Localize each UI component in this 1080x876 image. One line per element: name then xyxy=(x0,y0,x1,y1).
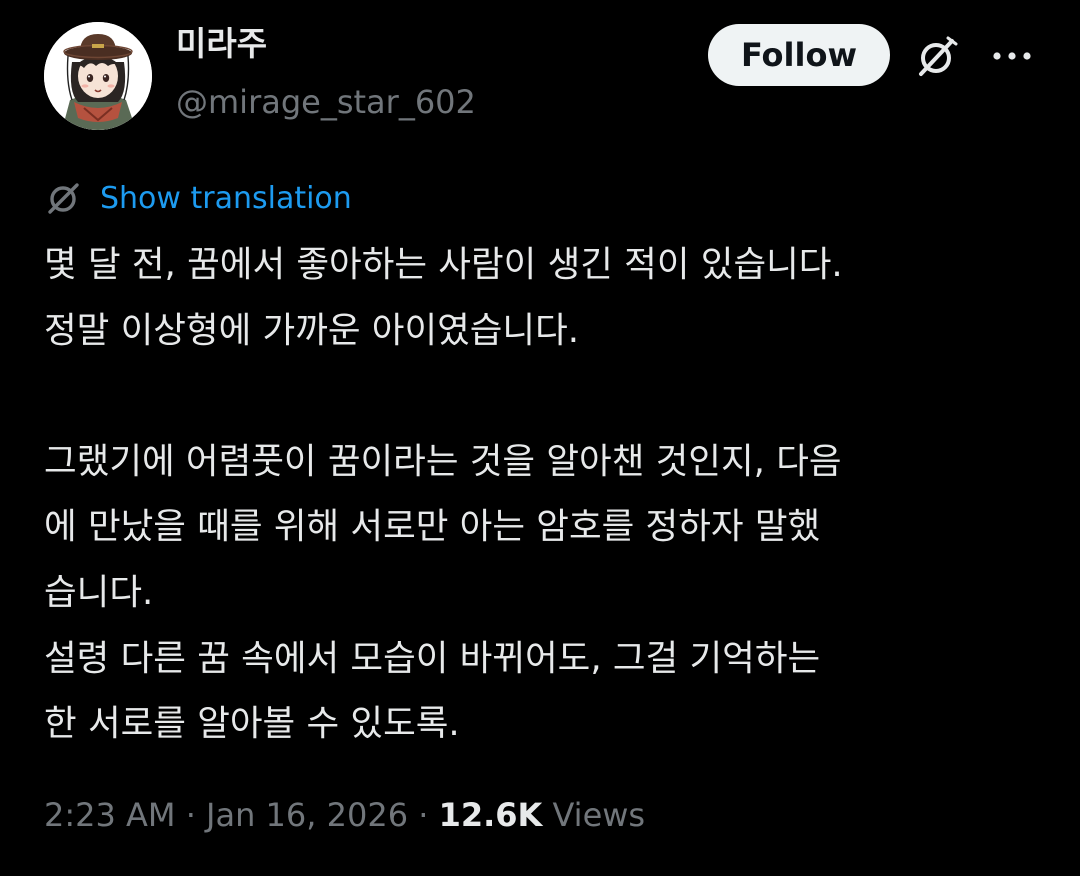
tweet-date[interactable]: Jan 16, 2026 xyxy=(206,796,408,834)
views-label: Views xyxy=(552,796,646,834)
grok-icon[interactable] xyxy=(912,32,962,82)
views-count: 12.6K xyxy=(438,796,543,834)
user-handle[interactable]: @mirage_star_602 xyxy=(176,80,476,124)
tweet-time[interactable]: 2:23 AM xyxy=(44,796,176,834)
tweet-meta: 2:23 AM · Jan 16, 2026 · 12.6K Views xyxy=(44,790,645,840)
tweet-text: 몇 달 전, 꿈에서 좋아하는 사람이 생긴 적이 있습니다. 정말 이상형에 … xyxy=(44,244,843,745)
display-name[interactable]: 미라주 xyxy=(176,22,267,66)
anime-character-avatar-icon xyxy=(44,22,152,130)
globe-icon xyxy=(44,178,84,218)
more-horizontal-icon[interactable] xyxy=(990,46,1034,66)
meta-separator: · xyxy=(418,796,429,834)
show-translation-label: Show translation xyxy=(100,180,352,216)
meta-separator: · xyxy=(185,796,196,834)
show-translation-link[interactable]: Show translation xyxy=(44,176,352,220)
avatar[interactable] xyxy=(44,22,152,130)
follow-button[interactable]: Follow xyxy=(708,24,890,86)
tweet-card: 미라주 @mirage_star_602 Follow Show transla… xyxy=(0,0,1080,876)
